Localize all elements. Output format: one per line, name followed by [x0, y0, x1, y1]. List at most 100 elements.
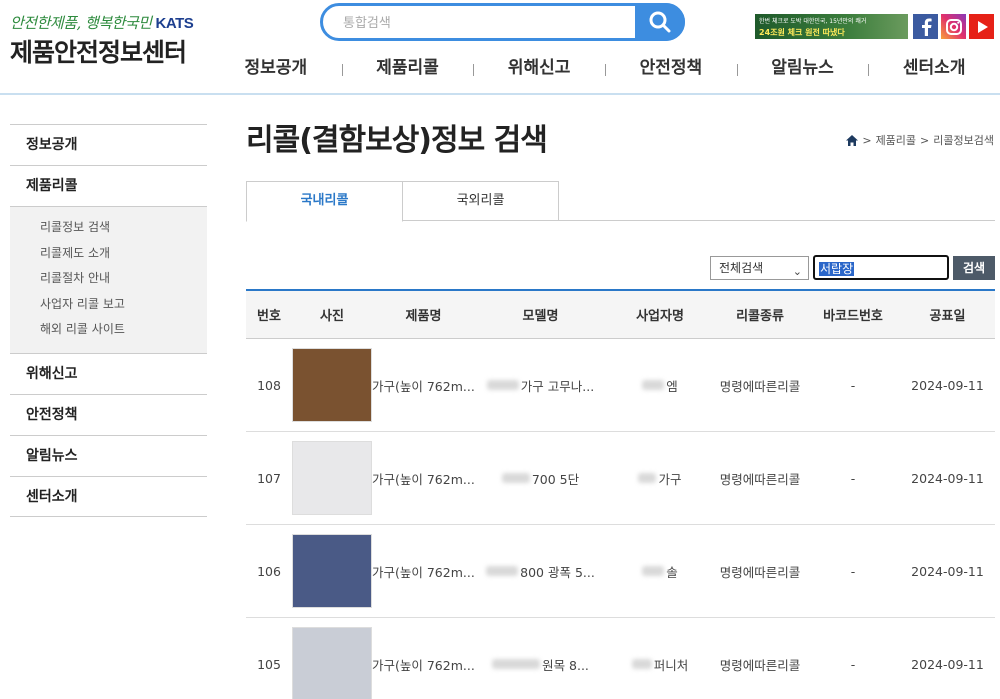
- side-item-recall[interactable]: 제품리콜: [10, 165, 207, 206]
- row-model: 원목 8...: [542, 657, 589, 673]
- col-number: 번호: [257, 309, 281, 324]
- row-date: 2024-09-11: [911, 563, 984, 579]
- row-model: 700 5단: [531, 471, 580, 487]
- katts-logo: KATS: [155, 15, 194, 32]
- global-search: [320, 3, 685, 41]
- product-photo[interactable]: [292, 441, 372, 515]
- row-model: 가구 고무나...: [520, 378, 595, 394]
- instagram-icon: [945, 18, 962, 35]
- row-company: 퍼니처: [653, 657, 689, 673]
- side-sub-overseas-sites[interactable]: 해외 리콜 사이트: [10, 317, 207, 343]
- gnb-item-news[interactable]: 알림뉴스: [736, 56, 869, 80]
- facebook-icon: [921, 18, 932, 36]
- row-recall-type: 명령에따른리콜: [719, 378, 801, 394]
- row-recall-type: 명령에따른리콜: [719, 564, 801, 580]
- row-product[interactable]: 가구(높이 762m...: [372, 432, 475, 524]
- product-photo[interactable]: [292, 627, 372, 699]
- gnb-item-recall[interactable]: 제품리콜: [341, 56, 474, 80]
- row-company: 엠: [666, 378, 678, 394]
- keyword-input[interactable]: 서랍장: [813, 255, 949, 280]
- row-recall-type: 명령에따른리콜: [719, 471, 801, 487]
- breadcrumb-separator: >: [862, 133, 872, 147]
- banner-line2: 24조원 체크 원전 따냈다: [759, 28, 845, 37]
- banner-line1: 한번 체크로 도박 대한민국, 15년만의 쾌거: [759, 18, 867, 25]
- instagram-link[interactable]: [941, 14, 966, 39]
- side-sub-recall-system[interactable]: 리콜제도 소개: [10, 241, 207, 267]
- col-recall-type: 리콜종류: [736, 309, 784, 324]
- home-icon[interactable]: [846, 134, 859, 146]
- row-model-cell[interactable]: 700 5단: [475, 432, 606, 524]
- recall-table: 번호 사진 제품명 모델명 사업자명 리콜종류 바코드번호 공표일 108 가구…: [246, 289, 995, 699]
- row-date: 2024-09-11: [911, 656, 984, 672]
- col-photo: 사진: [320, 309, 344, 324]
- search-scope-value: 전체검색: [719, 261, 764, 275]
- search-button[interactable]: [635, 3, 685, 41]
- side-sub-business-report[interactable]: 사업자 리콜 보고: [10, 292, 207, 318]
- breadcrumb-item-recall[interactable]: 제품리콜: [876, 132, 916, 148]
- gnb-item-policy[interactable]: 안전정책: [605, 56, 737, 80]
- row-model-cell[interactable]: 원목 8...: [475, 618, 606, 699]
- tab-overseas-recall[interactable]: 국외리콜: [402, 181, 559, 221]
- search-submit-button[interactable]: 검색: [953, 256, 995, 280]
- row-date: 2024-09-11: [911, 377, 984, 393]
- side-item-news[interactable]: 알림뉴스: [10, 434, 207, 476]
- table-row[interactable]: 105 가구(높이 762m... 원목 8... 퍼니처 명령에따른리콜 - …: [246, 618, 995, 699]
- product-photo[interactable]: [292, 534, 372, 608]
- side-nav: 정보공개 제품리콜 리콜정보 검색 리콜제도 소개 리콜절차 안내 사업자 리콜…: [10, 124, 207, 517]
- side-item-report[interactable]: 위해신고: [10, 352, 207, 394]
- search-icon: [649, 11, 671, 33]
- col-product: 제품명: [405, 309, 442, 324]
- row-model-cell[interactable]: 가구 고무나...: [475, 339, 606, 431]
- col-barcode: 바코드번호: [823, 309, 883, 324]
- row-number: 108: [257, 377, 281, 393]
- product-photo[interactable]: [292, 348, 372, 422]
- side-sub-recall-search[interactable]: 리콜정보 검색: [10, 215, 207, 241]
- row-model: 800 광폭 5...: [520, 564, 595, 580]
- facebook-link[interactable]: [913, 14, 938, 39]
- breadcrumb-item-current: 리콜정보검색: [933, 134, 994, 147]
- row-date: 2024-09-11: [911, 470, 984, 486]
- side-sub-recall-procedure[interactable]: 리콜절차 안내: [10, 266, 207, 292]
- side-submenu-recall: 리콜정보 검색 리콜제도 소개 리콜절차 안내 사업자 리콜 보고 해외 리콜 …: [10, 206, 207, 353]
- row-company-cell: 퍼니처: [606, 618, 714, 699]
- row-company: 가구: [658, 471, 682, 487]
- col-model: 모델명: [522, 309, 559, 324]
- row-barcode: -: [850, 563, 856, 579]
- site-slogan[interactable]: 안전한제품, 행복한국민 KATS: [10, 12, 194, 33]
- slogan-text: 안전한제품, 행복한국민: [10, 14, 152, 32]
- row-product[interactable]: 가구(높이 762m...: [372, 339, 475, 431]
- table-header: 번호 사진 제품명 모델명 사업자명 리콜종류 바코드번호 공표일: [246, 291, 995, 339]
- col-company: 사업자명: [636, 309, 684, 324]
- row-barcode: -: [850, 656, 856, 672]
- row-recall-type: 명령에따른리콜: [719, 657, 801, 673]
- search-scope-select[interactable]: 전체검색 ⌄: [710, 256, 809, 280]
- row-barcode: -: [850, 377, 856, 393]
- table-row[interactable]: 106 가구(높이 762m... 800 광폭 5... 솔 명령에따른리콜 …: [246, 525, 995, 618]
- site-logo[interactable]: 제품안전정보센터: [10, 33, 187, 69]
- row-model-cell[interactable]: 800 광폭 5...: [475, 525, 606, 617]
- gnb-item-report[interactable]: 위해신고: [473, 56, 605, 80]
- row-company-cell: 솔: [606, 525, 714, 617]
- row-company-cell: 가구: [606, 432, 714, 524]
- row-product[interactable]: 가구(높이 762m...: [372, 618, 475, 699]
- gnb-item-info[interactable]: 정보공개: [210, 56, 342, 80]
- global-search-input[interactable]: [343, 13, 633, 33]
- table-row[interactable]: 107 가구(높이 762m... 700 5단 가구 명령에따른리콜 - 20…: [246, 432, 995, 525]
- recall-tabs: 국내리콜 국외리콜: [246, 181, 995, 222]
- side-item-info[interactable]: 정보공개: [10, 124, 207, 165]
- youtube-link[interactable]: [969, 14, 994, 39]
- breadcrumb: > 제품리콜 > 리콜정보검색: [846, 132, 994, 148]
- keyword-value: 서랍장: [819, 262, 855, 276]
- promo-banner[interactable]: 한번 체크로 도박 대한민국, 15년만의 쾌거 24조원 체크 원전 따냈다: [755, 14, 908, 39]
- side-item-about[interactable]: 센터소개: [10, 475, 207, 517]
- row-company: 솔: [666, 564, 678, 580]
- main-nav: 정보공개 제품리콜 위해신고 안전정책 알림뉴스 센터소개: [210, 56, 1000, 80]
- chevron-down-icon: ⌄: [792, 265, 802, 278]
- table-row[interactable]: 108 가구(높이 762m... 가구 고무나... 엠 명령에따른리콜 - …: [246, 339, 995, 432]
- col-date: 공표일: [929, 309, 966, 324]
- side-item-policy[interactable]: 안전정책: [10, 393, 207, 435]
- tab-domestic-recall[interactable]: 국내리콜: [246, 181, 403, 222]
- row-product[interactable]: 가구(높이 762m...: [372, 525, 475, 617]
- row-number: 107: [257, 470, 281, 486]
- gnb-item-about[interactable]: 센터소개: [868, 56, 1000, 80]
